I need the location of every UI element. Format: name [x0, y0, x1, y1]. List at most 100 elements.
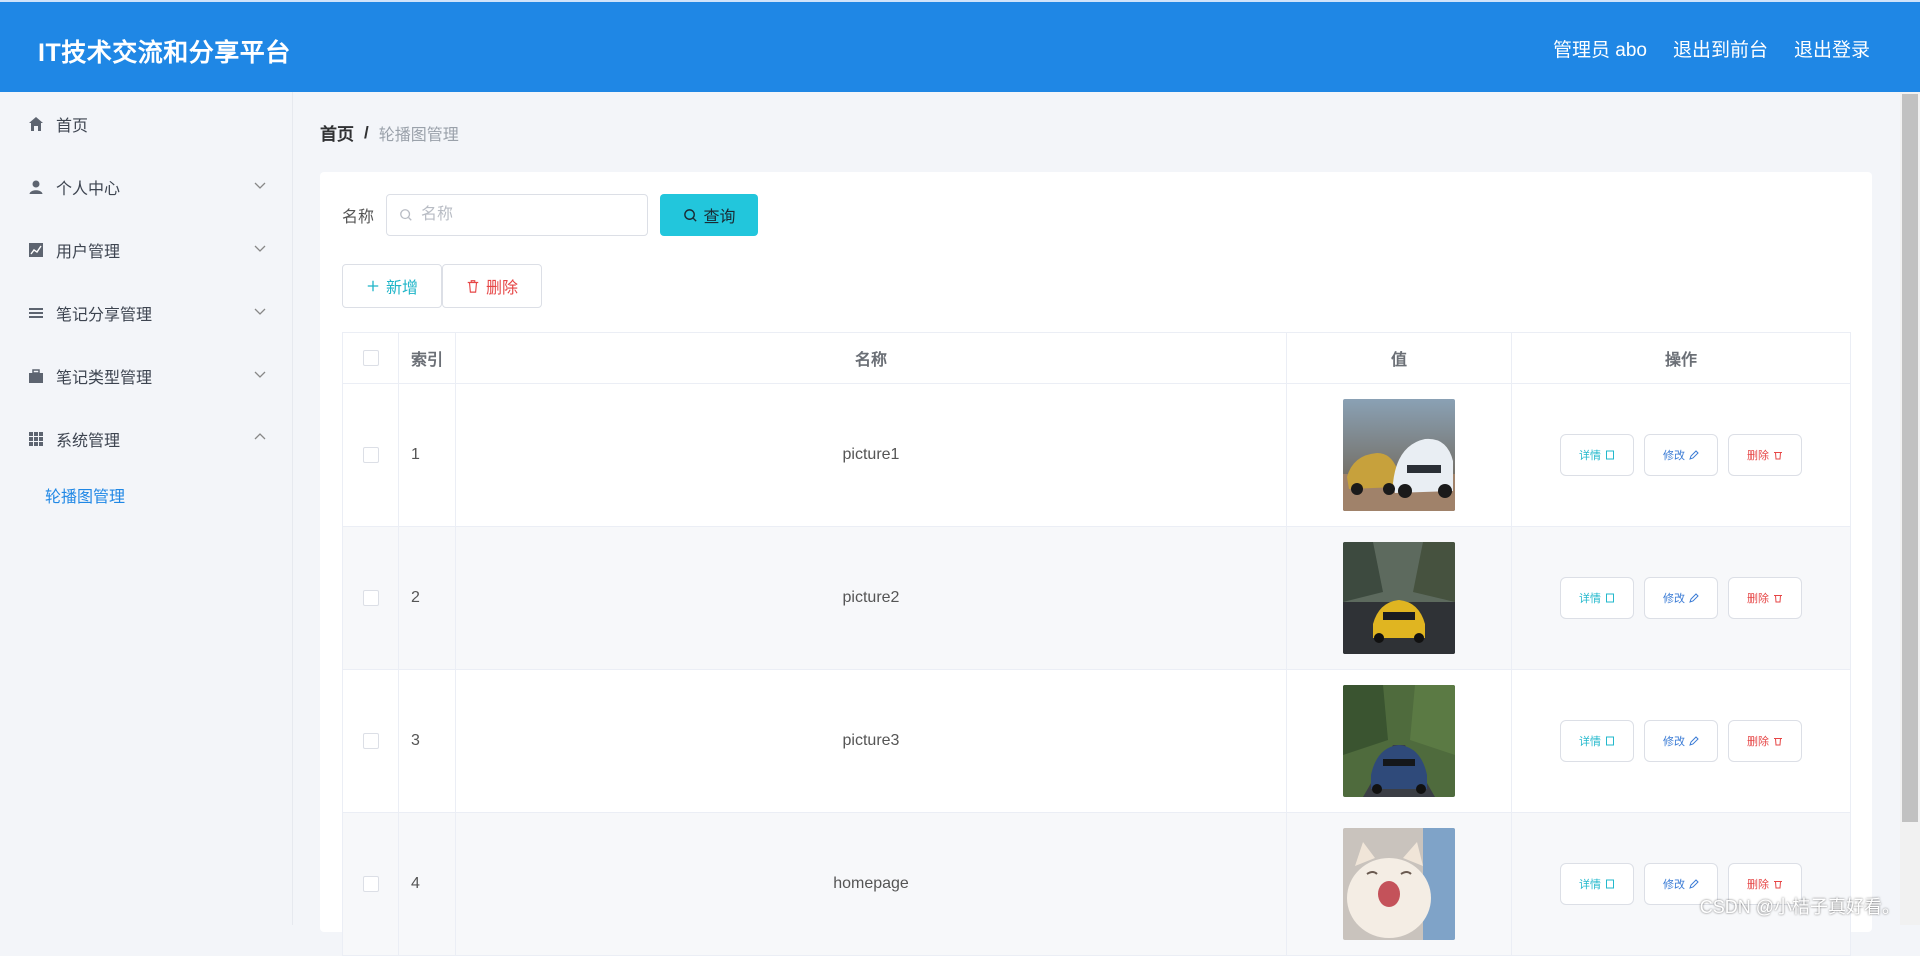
grid-icon	[29, 431, 43, 446]
breadcrumb-home[interactable]: 首页	[320, 120, 354, 145]
row-ops: 详情 修改 删除	[1512, 527, 1851, 669]
edit-label: 修改	[1663, 879, 1685, 891]
pencil-icon	[1689, 736, 1699, 746]
document-icon	[1606, 593, 1614, 603]
detail-button[interactable]: 详情	[1560, 863, 1634, 905]
row-ops: 详情 修改 删除	[1512, 813, 1851, 955]
row-value-cell	[1287, 813, 1512, 955]
delete-button[interactable]: 删除	[1728, 577, 1802, 619]
row-value-cell	[1287, 384, 1512, 526]
sidebar-item-label: 笔记分享管理	[56, 306, 153, 324]
exit-to-front-link[interactable]: 退出到前台	[1673, 35, 1768, 62]
query-button[interactable]: 查询	[660, 194, 759, 236]
sidebar: 首页 个人中心 用户管理 笔记分享管理 笔记类型管理 系统管理 轮播图管理	[0, 92, 293, 925]
row-index: 1	[399, 384, 456, 526]
carousel-thumbnail-cat[interactable]	[1343, 828, 1455, 940]
edit-label: 修改	[1663, 593, 1685, 605]
delete-label: 删除	[1747, 879, 1769, 891]
carousel-thumbnail-race-cars[interactable]	[1343, 399, 1455, 511]
trash-icon	[1774, 881, 1782, 889]
search-bar: 名称 查询	[342, 194, 759, 236]
chart-icon	[29, 242, 43, 257]
add-button-label: 新增	[385, 280, 418, 297]
pencil-icon	[1689, 879, 1699, 889]
detail-button[interactable]: 详情	[1560, 720, 1634, 762]
chevron-down-icon	[254, 182, 266, 189]
sidebar-item-label: 用户管理	[56, 243, 121, 261]
carousel-table: 索引 名称 值 操作 1 picture1 详情 修改 删除 2 picture…	[342, 332, 1851, 956]
sidebar-subitem-carousel[interactable]: 轮播图管理	[0, 470, 292, 520]
delete-label: 删除	[1747, 736, 1769, 748]
page-scrollbar-thumb[interactable]	[1902, 94, 1918, 822]
table-row: 1 picture1 详情 修改 删除	[343, 384, 1851, 527]
sidebar-item-notes[interactable]: 笔记分享管理	[0, 281, 292, 344]
search-input[interactable]	[419, 205, 624, 225]
pencil-icon	[1689, 593, 1699, 603]
search-icon	[400, 209, 412, 221]
chevron-up-icon	[254, 433, 266, 440]
user-icon	[29, 180, 43, 194]
row-index: 3	[399, 670, 456, 812]
home-icon	[29, 116, 43, 131]
top-header: IT技术交流和分享平台 管理员 abo 退出到前台 退出登录	[0, 0, 1920, 92]
edit-button[interactable]: 修改	[1644, 720, 1718, 762]
admin-user-link[interactable]: 管理员 abo	[1553, 35, 1647, 62]
row-ops: 详情 修改 删除	[1512, 384, 1851, 526]
trash-icon	[1774, 452, 1782, 460]
sidebar-item-label: 系统管理	[56, 432, 121, 450]
row-check-cell	[343, 384, 399, 526]
chevron-down-icon	[254, 245, 266, 252]
batch-delete-label: 删除	[485, 280, 518, 297]
search-input-wrapper	[386, 194, 649, 236]
batch-delete-button[interactable]: 删除	[442, 264, 542, 308]
row-name: picture2	[456, 527, 1287, 669]
row-checkbox[interactable]	[362, 876, 379, 892]
main-content: 首页 / 轮播图管理 名称 查询 新增 删除	[292, 92, 1896, 956]
row-checkbox[interactable]	[362, 590, 379, 606]
edit-button[interactable]: 修改	[1644, 434, 1718, 476]
breadcrumb: 首页 / 轮播图管理	[320, 120, 459, 145]
detail-label: 详情	[1579, 450, 1601, 462]
sidebar-item-label: 首页	[56, 117, 89, 135]
search-label: 名称	[342, 209, 375, 226]
logout-link[interactable]: 退出登录	[1794, 35, 1870, 62]
search-icon	[683, 208, 697, 222]
detail-button[interactable]: 详情	[1560, 577, 1634, 619]
row-name: picture3	[456, 670, 1287, 812]
detail-button[interactable]: 详情	[1560, 434, 1634, 476]
header-actions: 管理员 abo 退出到前台 退出登录	[1553, 35, 1870, 62]
row-checkbox[interactable]	[362, 447, 379, 463]
row-ops: 详情 修改 删除	[1512, 670, 1851, 812]
sidebar-item-system[interactable]: 系统管理	[0, 407, 292, 470]
carousel-thumbnail-yellow-car[interactable]	[1343, 542, 1455, 654]
trash-icon	[1774, 738, 1782, 746]
breadcrumb-separator: /	[364, 122, 369, 142]
edit-label: 修改	[1663, 450, 1685, 462]
header-value: 值	[1287, 333, 1512, 383]
document-icon	[1606, 879, 1614, 889]
breadcrumb-current: 轮播图管理	[378, 126, 459, 144]
trash-icon	[1774, 595, 1782, 603]
watermark: CSDN @小桔子真好看。	[1699, 897, 1900, 917]
row-check-cell	[343, 813, 399, 955]
delete-button[interactable]: 删除	[1728, 720, 1802, 762]
delete-button[interactable]: 删除	[1728, 434, 1802, 476]
select-all-checkbox[interactable]	[362, 350, 379, 366]
row-index: 4	[399, 813, 456, 955]
row-name: picture1	[456, 384, 1287, 526]
edit-button[interactable]: 修改	[1644, 577, 1718, 619]
detail-label: 详情	[1579, 593, 1601, 605]
plus-icon	[367, 280, 379, 292]
row-checkbox[interactable]	[362, 733, 379, 749]
sidebar-item-label: 笔记类型管理	[56, 369, 153, 387]
sidebar-item-personal[interactable]: 个人中心	[0, 155, 292, 218]
table-row: 3 picture3 详情 修改 删除	[343, 670, 1851, 813]
sidebar-item-home[interactable]: 首页	[0, 92, 292, 155]
chevron-down-icon	[254, 371, 266, 378]
sidebar-item-note-types[interactable]: 笔记类型管理	[0, 344, 292, 407]
sidebar-item-users[interactable]: 用户管理	[0, 218, 292, 281]
briefcase-icon	[29, 368, 43, 383]
carousel-thumbnail-blue-car[interactable]	[1343, 685, 1455, 797]
add-button[interactable]: 新增	[342, 264, 442, 308]
sidebar-item-label: 个人中心	[56, 180, 121, 198]
